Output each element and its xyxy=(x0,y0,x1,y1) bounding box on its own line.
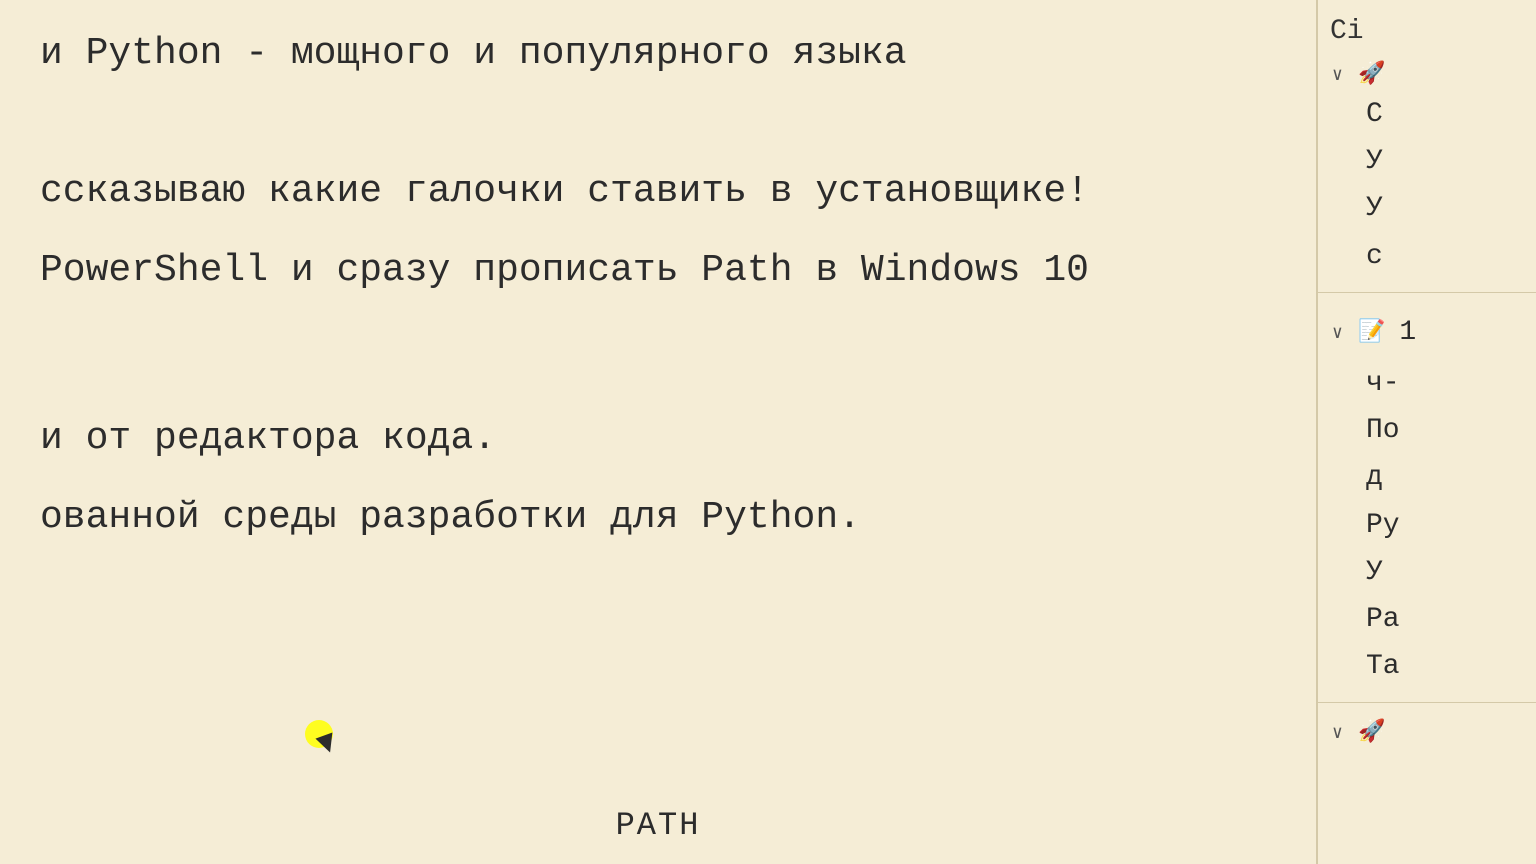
sidebar-top-label: Ci xyxy=(1318,10,1536,49)
bottom-text: PATH xyxy=(616,807,701,844)
sidebar-s2-line3: д xyxy=(1358,454,1526,501)
text-line-1: и Python - мощного и популярного языка xyxy=(40,20,1276,88)
chevron-icon-2: ∨ xyxy=(1332,322,1352,344)
sidebar-s2-line1: ч- xyxy=(1358,360,1526,407)
sidebar-s1-line1: С xyxy=(1358,91,1526,138)
text-line-4: PowerShell и сразу прописать Path в Wind… xyxy=(40,237,1276,305)
sidebar-section-1: ∨ 🚀 С У У с xyxy=(1318,49,1536,288)
sidebar-s1-line3: У xyxy=(1358,185,1526,232)
sidebar-s2-line2: По xyxy=(1358,407,1526,454)
main-content: и Python - мощного и популярного языка с… xyxy=(0,0,1316,864)
sidebar-section1-content: С У У с xyxy=(1328,91,1526,280)
sidebar-s1-line2: У xyxy=(1358,138,1526,185)
text-line-8: ованной среды разработки для Python. xyxy=(40,484,1276,552)
text-block: и Python - мощного и популярного языка с… xyxy=(0,0,1316,582)
chevron-icon-1: ∨ xyxy=(1332,64,1352,86)
sidebar-divider-1 xyxy=(1318,292,1536,293)
spacer-1 xyxy=(40,98,1276,158)
sidebar-section-2: ∨ 📝 1 ч- По д Ру У Pa Та xyxy=(1318,297,1536,699)
rocket-icon-3: 🚀 xyxy=(1358,719,1385,745)
sidebar-section3-header[interactable]: ∨ 🚀 xyxy=(1328,715,1526,749)
sidebar-s1-line4: с xyxy=(1358,233,1526,280)
sidebar-s2-line5: У xyxy=(1358,549,1526,596)
spacer-3 xyxy=(40,375,1276,405)
sidebar-section2-content: ч- По д Ру У Pa Та xyxy=(1328,360,1526,690)
sidebar-s2-line6: Pa xyxy=(1358,596,1526,643)
sidebar-section2-header[interactable]: ∨ 📝 1 xyxy=(1328,305,1526,360)
sidebar-section-3: ∨ 🚀 xyxy=(1318,707,1536,757)
right-sidebar: Ci ∨ 🚀 С У У с ∨ 📝 1 ч- По д Ру У Pa Та xyxy=(1316,0,1536,864)
rocket-icon-1: 🚀 xyxy=(1358,61,1385,87)
sidebar-s2-line4: Ру xyxy=(1358,502,1526,549)
chevron-icon-3: ∨ xyxy=(1332,722,1352,744)
text-line-3: ссказываю какие галочки ставить в устано… xyxy=(40,158,1276,226)
sidebar-s2-line7: Та xyxy=(1358,643,1526,690)
note-icon-2: 📝 xyxy=(1358,319,1385,345)
sidebar-section1-header[interactable]: ∨ 🚀 xyxy=(1328,57,1526,91)
spacer-2 xyxy=(40,315,1276,375)
sidebar-divider-2 xyxy=(1318,702,1536,703)
sidebar-s2-header-label: 1 xyxy=(1391,309,1424,356)
text-line-7: и от редактора кода. xyxy=(40,405,1276,473)
